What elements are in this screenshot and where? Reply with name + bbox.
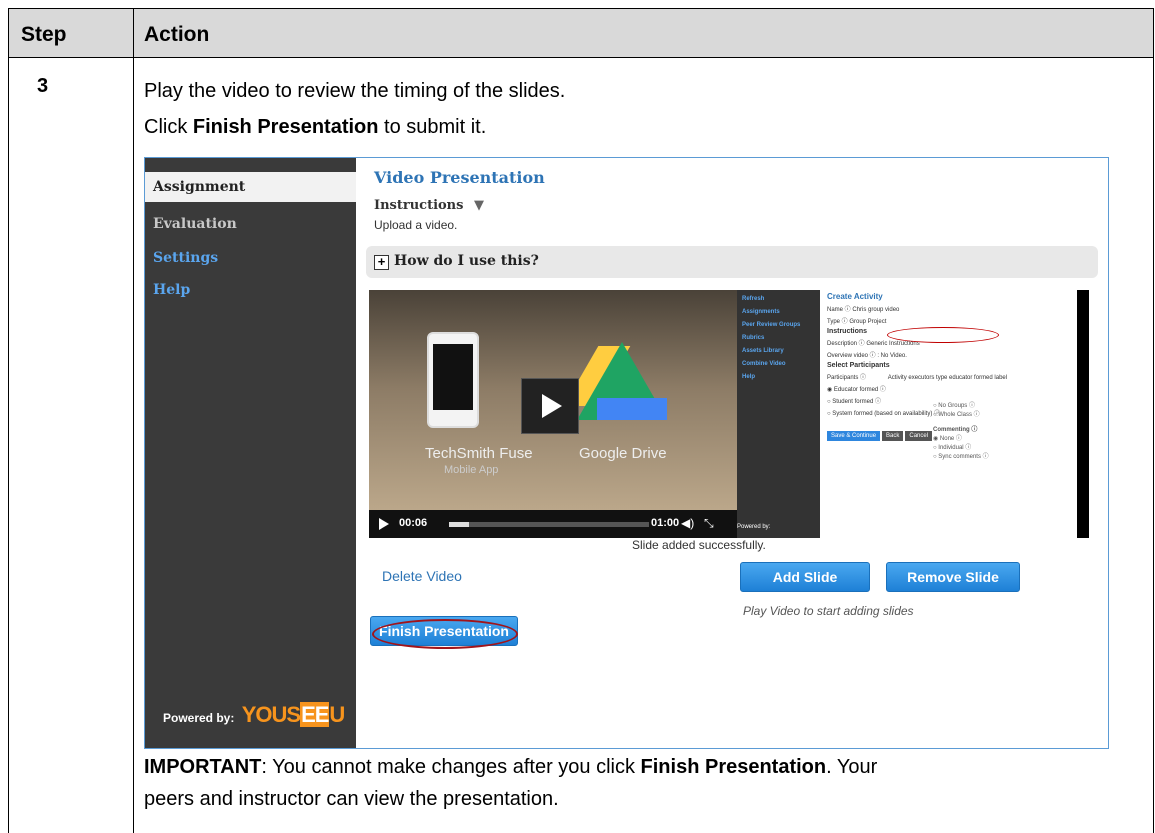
slide-powered: Powered by: [737, 524, 771, 530]
slide-type-line: Type ⓘ Group Project [827, 319, 887, 325]
step-number: 3 [37, 75, 49, 97]
video-controls: 00:06 01:00 ◀) ⤡ [369, 510, 737, 538]
powered-by-label: Powered by: [163, 711, 235, 725]
volume-icon[interactable]: ◀) [681, 516, 694, 530]
slide-participants-line: Participants ⓘ Activity executors type e… [827, 375, 1008, 381]
instructions-toggle[interactable]: Instructions ▼ [374, 198, 484, 213]
time-total: 01:00 [651, 517, 680, 529]
progress-bar[interactable] [449, 522, 649, 527]
video-frame: TechSmith Fuse Mobile App Google Drive [369, 290, 737, 510]
slide-nav-item: Rubrics [742, 335, 765, 341]
slide-sidebar: Refresh Assignments Peer Review Groups R… [737, 290, 820, 538]
slide-annotation-oval [887, 327, 999, 343]
page-title: Video Presentation [374, 168, 545, 187]
drive-logo-blue [597, 398, 667, 420]
add-slide-button[interactable]: Add Slide [740, 562, 870, 592]
delete-video-link[interactable]: Delete Video [382, 568, 462, 584]
upload-text: Upload a video. [374, 218, 458, 232]
time-current: 00:06 [399, 517, 428, 529]
phone-image [427, 332, 479, 428]
how-do-i-use-bar[interactable]: + How do I use this? [366, 246, 1098, 278]
instr2-suffix: to submit it. [378, 116, 487, 138]
progress-fill [449, 522, 469, 527]
slide-save-button: Save & Continue [827, 431, 881, 441]
instruction-line-2: Click Finish Presentation to submit it. [144, 115, 486, 139]
slide-cancel-button: Cancel [905, 431, 933, 441]
slide-nav-item: Refresh [742, 296, 765, 302]
main-panel: Video Presentation Instructions ▼ Upload… [356, 158, 1108, 748]
slide-participants-head: Select Participants [827, 362, 890, 369]
fullscreen-icon[interactable]: ⤡ [704, 516, 714, 531]
app-screenshot: Assignment Evaluation Settings Help Powe… [144, 157, 1109, 749]
instr2-bold: Finish Presentation [192, 116, 379, 138]
slide-title: Create Activity [827, 292, 883, 301]
youseeu-logo: YOUSEEU [241, 702, 345, 727]
slide-preview: Refresh Assignments Peer Review Groups R… [737, 290, 1089, 538]
play-icon[interactable] [379, 518, 389, 530]
sidebar-item-help[interactable]: Help [153, 282, 190, 298]
header-action: Action [144, 23, 210, 46]
slide-opt1: ◉ Educator formed ⓘ [827, 387, 886, 393]
annotation-oval [372, 619, 518, 649]
instr2-prefix: Click [144, 116, 193, 138]
sidebar-item-evaluation[interactable]: Evaluation [153, 216, 237, 232]
sidebar-item-settings[interactable]: Settings [153, 250, 218, 266]
slide-nav-item: Combine Video [742, 361, 786, 367]
column-divider [133, 9, 134, 833]
slide-nav-item: Peer Review Groups [742, 322, 801, 328]
instruction-line-1: Play the video to review the timing of t… [144, 80, 566, 102]
slide-added-message: Slide added successfully. [632, 538, 766, 552]
video-player[interactable]: TechSmith Fuse Mobile App Google Drive 0… [369, 290, 737, 538]
slide-nav-item: Help [742, 374, 756, 380]
plus-icon: + [374, 255, 389, 270]
slide-nav-item: Assets Library [742, 348, 784, 354]
play-overlay-icon[interactable] [521, 378, 579, 434]
slide-name-line: Name ⓘ Chris group video [827, 307, 900, 313]
remove-slide-button[interactable]: Remove Slide [886, 562, 1020, 592]
caption-techsmith: TechSmith Fuse [425, 445, 533, 462]
important-line-2: peers and instructor can view the presen… [144, 788, 559, 810]
header-step: Step [21, 23, 67, 46]
triangle-down-icon: ▼ [474, 198, 484, 213]
sidebar-item-assignment[interactable]: Assignment [145, 172, 356, 202]
slide-nav-item: Assignments [742, 309, 780, 315]
sidebar: Assignment Evaluation Settings Help Powe… [145, 158, 356, 748]
slide-overview-line: Overview video ⓘ : No Video. [827, 353, 907, 359]
slide-right-options: ○ No Groups ⓘ ○ Whole Class ⓘ Commenting… [933, 403, 989, 460]
play-hint: Play Video to start adding slides [743, 604, 914, 618]
slide-right-border [1077, 290, 1089, 538]
powered-by: Powered by: YOUSEEU [163, 702, 345, 728]
table-header: Step Action [9, 9, 1153, 58]
slide-back-button: Back [882, 431, 904, 441]
instruction-table: Step Action 3 Play the video to review t… [8, 8, 1154, 833]
caption-google-drive: Google Drive [579, 445, 667, 462]
important-line-1: IMPORTANT: You cannot make changes after… [144, 756, 878, 778]
caption-mobile-app: Mobile App [444, 464, 499, 476]
how-label: How do I use this? [394, 253, 539, 269]
